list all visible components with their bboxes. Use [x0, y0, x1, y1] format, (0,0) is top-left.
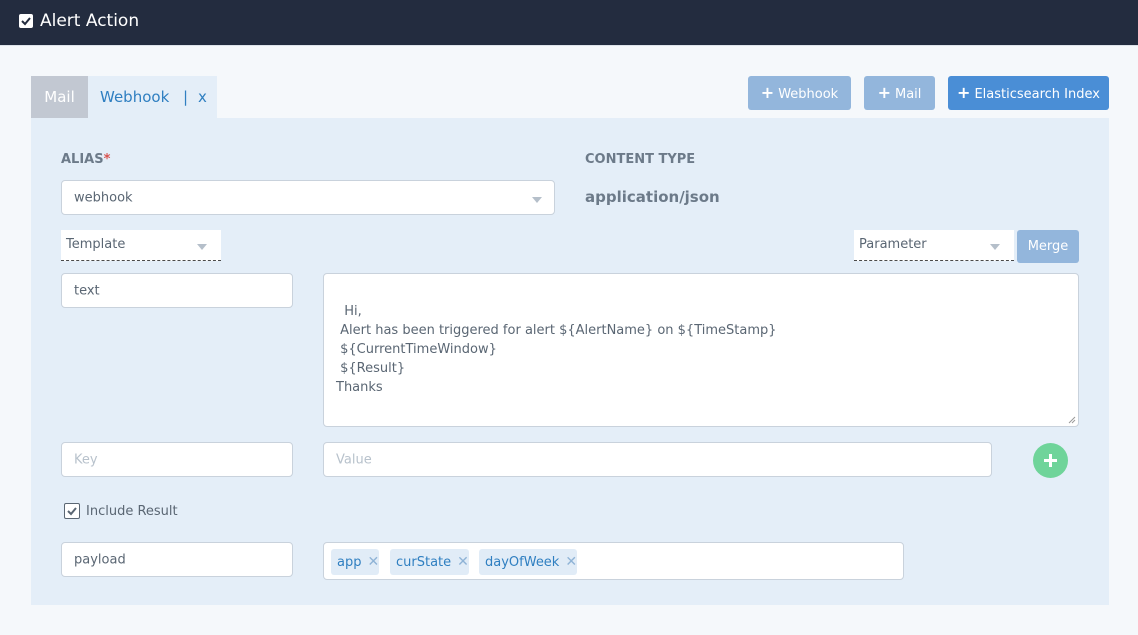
tab-mail-label: Mail — [44, 88, 75, 106]
tag-curstate: curState ✕ — [390, 549, 469, 575]
tab-close-button[interactable]: x — [198, 76, 207, 118]
tab-webhook[interactable]: Webhook | x — [88, 76, 217, 118]
payload-key-input[interactable]: payload — [61, 542, 293, 577]
key-input[interactable]: Key — [61, 442, 293, 477]
plus-icon: + — [957, 83, 971, 102]
tag-dayofweek: dayOfWeek ✕ — [479, 549, 578, 575]
body-text: Hi, Alert has been triggered for alert $… — [336, 304, 777, 395]
remove-tag-icon[interactable]: ✕ — [367, 554, 379, 570]
plus-icon: + — [877, 83, 891, 102]
tab-separator: | — [183, 88, 189, 106]
alias-value: webhook — [74, 190, 133, 205]
include-result-checkbox[interactable] — [64, 503, 80, 519]
top-bar: Alert Action — [0, 0, 1138, 45]
plus-icon: + — [760, 83, 775, 102]
alias-label: ALIAS* — [61, 152, 110, 167]
include-result-label: Include Result — [86, 504, 178, 519]
body-key-input[interactable]: text — [61, 273, 293, 308]
body-key-value: text — [74, 283, 100, 298]
alias-label-text: ALIAS — [61, 152, 104, 167]
alias-select[interactable]: webhook — [61, 180, 555, 215]
parameter-select[interactable]: Parameter — [854, 230, 1014, 261]
merge-button[interactable]: Merge — [1017, 230, 1079, 263]
tag-app: app ✕ — [331, 549, 380, 575]
chevron-down-icon — [990, 244, 1000, 250]
tab-mail[interactable]: Mail — [31, 76, 88, 118]
tag-label: dayOfWeek — [485, 555, 560, 570]
alert-action-checkbox[interactable] — [19, 14, 33, 28]
add-webhook-button[interactable]: + Webhook — [748, 76, 851, 110]
checkmark-icon — [67, 507, 77, 516]
checkmark-icon — [21, 17, 31, 26]
value-input[interactable]: Value — [323, 442, 992, 477]
add-elasticsearch-index-button[interactable]: + Elasticsearch Index — [948, 76, 1109, 110]
content-type-value: application/json — [585, 188, 720, 206]
tab-webhook-label: Webhook — [100, 88, 170, 106]
chevron-down-icon — [197, 244, 207, 250]
tag-label: app — [337, 555, 362, 570]
required-marker: * — [103, 152, 111, 167]
template-select-value: Template — [66, 237, 126, 252]
content-type-label: CONTENT TYPE — [585, 152, 696, 167]
template-select[interactable]: Template — [61, 230, 221, 261]
chevron-down-icon — [532, 197, 542, 203]
resize-handle-icon[interactable] — [1068, 416, 1076, 424]
value-placeholder: Value — [336, 452, 372, 467]
payload-tags-input[interactable]: app ✕ curState ✕ dayOfWeek ✕ — [323, 542, 904, 580]
add-es-label: Elasticsearch Index — [974, 87, 1100, 102]
add-webhook-label: Webhook — [778, 87, 839, 102]
body-textarea[interactable]: Hi, Alert has been triggered for alert $… — [323, 273, 1079, 427]
key-placeholder: Key — [74, 452, 98, 467]
parameter-select-value: Parameter — [859, 237, 927, 252]
page-title: Alert Action — [40, 11, 140, 31]
add-parameter-button[interactable] — [1033, 443, 1068, 478]
remove-tag-icon[interactable]: ✕ — [457, 554, 469, 570]
tag-label: curState — [396, 555, 452, 570]
remove-tag-icon[interactable]: ✕ — [565, 554, 577, 570]
add-mail-label: Mail — [895, 87, 922, 102]
add-mail-button[interactable]: + Mail — [864, 76, 935, 110]
payload-key-value: payload — [74, 552, 126, 567]
